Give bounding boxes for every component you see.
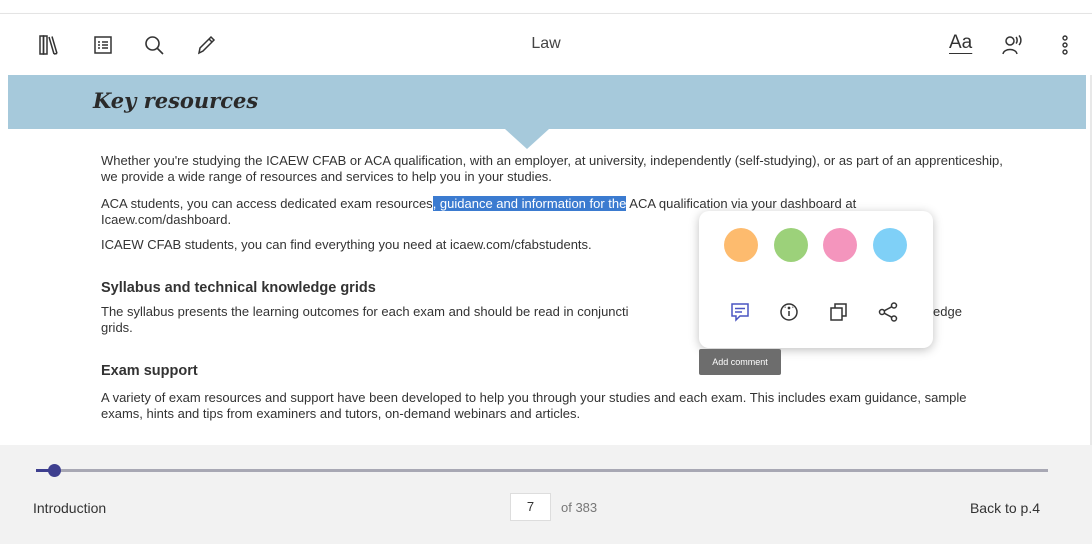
share-icon[interactable] <box>875 299 901 325</box>
top-toolbar: Law Aa <box>0 13 1092 75</box>
copy-icon[interactable] <box>826 299 852 325</box>
chapter-link[interactable]: Introduction <box>33 500 106 516</box>
aca-text-line2: Icaew.com/dashboard. <box>101 212 232 227</box>
aca-text-after: ACA qualification via your dashboard at <box>626 196 857 211</box>
comment-icon[interactable] <box>727 299 753 325</box>
read-aloud-icon[interactable] <box>1000 32 1026 58</box>
banner-pointer <box>505 129 549 149</box>
syllabus-text-line2: grids. <box>101 320 133 335</box>
highlight-blue[interactable] <box>873 228 907 262</box>
more-icon[interactable] <box>1052 32 1078 58</box>
aca-text-before: ACA students, you can access dedicated e… <box>101 196 433 211</box>
exam-support-paragraph: A variety of exam resources and support … <box>101 390 967 421</box>
intro-paragraph: Whether you're studying the ICAEW CFAB o… <box>101 153 1003 184</box>
highlight-orange[interactable] <box>724 228 758 262</box>
highlight-popup <box>699 211 933 348</box>
banner-title: Key resources <box>93 88 259 113</box>
exam-support-heading: Exam support <box>101 363 198 379</box>
highlight-pink[interactable] <box>823 228 857 262</box>
dictionary-icon[interactable] <box>776 299 802 325</box>
book-title: Law <box>531 35 561 52</box>
add-comment-tooltip: Add comment <box>699 349 781 375</box>
page-number-input[interactable]: 7 <box>510 493 551 521</box>
back-link[interactable]: Back to p.4 <box>970 500 1040 516</box>
highlight-green[interactable] <box>774 228 808 262</box>
bottom-navigation: Introduction 7 of 383 Back to p.4 <box>0 445 1092 544</box>
syllabus-heading: Syllabus and technical knowledge grids <box>101 280 376 296</box>
progress-track[interactable] <box>36 469 1048 472</box>
syllabus-text-right: edge <box>933 304 962 319</box>
syllabus-text-left: The syllabus presents the learning outco… <box>101 304 629 319</box>
page-total: of 383 <box>561 500 598 515</box>
progress-handle[interactable] <box>47 464 61 477</box>
font-settings-button[interactable]: Aa <box>949 32 972 54</box>
selected-text[interactable]: , guidance and information for the <box>432 196 627 211</box>
